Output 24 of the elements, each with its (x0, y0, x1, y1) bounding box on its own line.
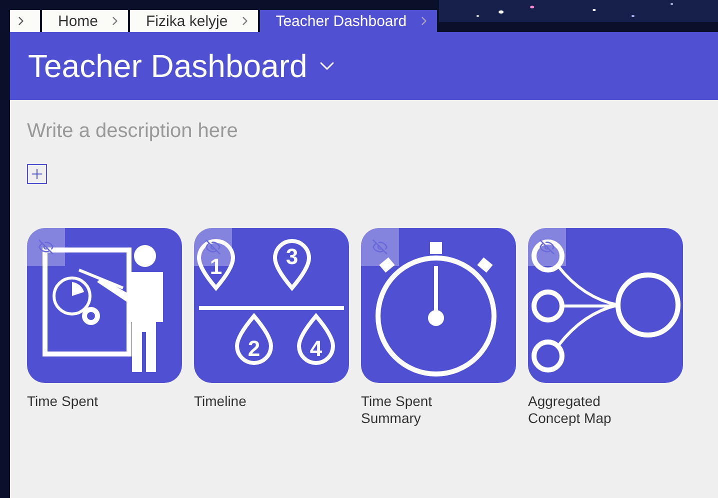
page-title: Teacher Dashboard (28, 48, 308, 84)
dashboard-tile[interactable] (361, 228, 516, 383)
add-button[interactable] (27, 164, 47, 184)
dashboard-tile[interactable] (27, 228, 182, 383)
breadcrumb-item[interactable]: Fizika kelyje (130, 10, 258, 32)
plus-icon (29, 166, 45, 182)
pin-number: 1 (210, 254, 222, 279)
pin-number: 2 (248, 336, 260, 361)
pin-number: 3 (286, 244, 298, 269)
eye-off-icon[interactable] (27, 228, 65, 266)
dashboard-tile[interactable]: 1 3 2 4 (194, 228, 349, 383)
pin-number: 4 (310, 336, 322, 361)
eye-off-icon[interactable] (361, 228, 399, 266)
description-field[interactable]: Write a description here (27, 118, 347, 145)
tile-label: Aggregated Concept Map (528, 393, 612, 427)
tile-label: Timeline (194, 393, 248, 410)
breadcrumb-chevron[interactable] (10, 10, 40, 32)
eye-off-icon[interactable] (528, 228, 566, 266)
tile-label: Time Spent (27, 393, 100, 410)
stopwatch-icon (376, 242, 496, 376)
tile-label: Time Spent Summary (361, 393, 434, 427)
dashboard-tile[interactable] (528, 228, 683, 383)
breadcrumb-item[interactable]: Home (42, 10, 128, 32)
breadcrumb-item[interactable]: Teacher Dashboard (260, 10, 437, 32)
